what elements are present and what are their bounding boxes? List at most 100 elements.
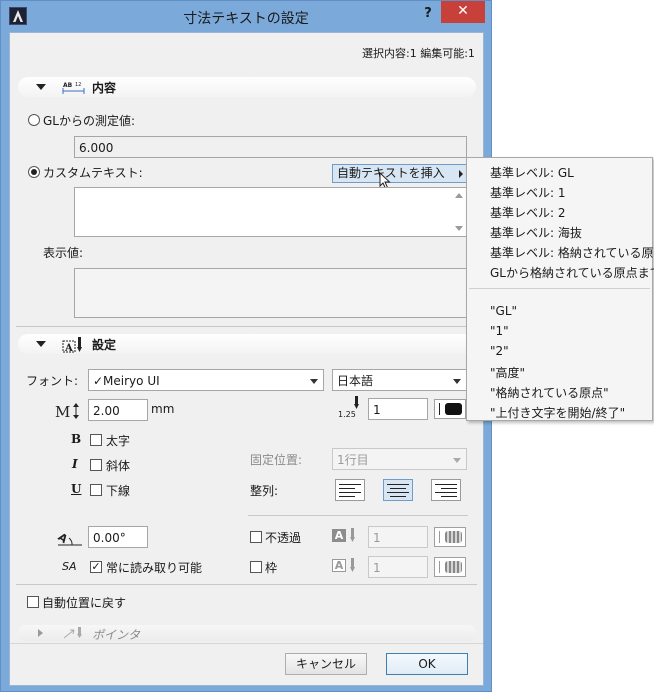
frame-label: 枠 bbox=[265, 561, 278, 575]
opaque-pen-swatch bbox=[434, 527, 466, 547]
selection-status: 選択内容:1 編集可能:1 bbox=[362, 47, 475, 60]
text-angle-icon: A bbox=[55, 526, 84, 548]
pen-swatch-tick bbox=[439, 403, 440, 415]
menu-item-level-2[interactable]: 基準レベル: 2 bbox=[490, 204, 566, 221]
menu-item-superscript-toggle[interactable]: "上付き文字を開始/終了" bbox=[490, 404, 625, 421]
font-select[interactable]: ✓Meiryo UI bbox=[88, 369, 324, 391]
align-left-button[interactable] bbox=[335, 479, 365, 501]
menu-item-quoted-1[interactable]: "1" bbox=[490, 324, 509, 338]
collapse-triangle-icon[interactable] bbox=[36, 84, 46, 90]
ok-button[interactable]: OK bbox=[386, 653, 468, 675]
underline-label: 下線 bbox=[106, 484, 131, 498]
svg-text:A: A bbox=[56, 530, 70, 546]
menu-separator bbox=[469, 288, 650, 289]
display-value-label: 表示値: bbox=[43, 246, 84, 260]
italic-icon: I bbox=[72, 457, 78, 471]
menu-item-quoted-gl[interactable]: "GL" bbox=[490, 304, 517, 318]
settings-panel-header[interactable]: A 設定 bbox=[18, 334, 476, 354]
auto-text-menu: 基準レベル: GL 基準レベル: 1 基準レベル: 2 基準レベル: 海抜 基準… bbox=[466, 157, 654, 421]
menu-item-gl-to-origin[interactable]: GLから格納されている原点まで bbox=[490, 264, 654, 281]
scroll-down-icon[interactable] bbox=[455, 226, 463, 231]
close-button[interactable]: ✕ bbox=[441, 1, 485, 23]
readable-text-icon: SA bbox=[62, 560, 77, 573]
dialog-body: 選択内容:1 編集可能:1 AB 12 内容 GLからの測定値: 6.000 カ… bbox=[9, 32, 484, 686]
always-readable-checkbox[interactable]: ✓ bbox=[90, 561, 102, 573]
pen-swatch-color bbox=[445, 531, 462, 543]
display-value-field bbox=[74, 268, 467, 318]
chevron-down-icon bbox=[453, 379, 461, 384]
custom-text-area[interactable] bbox=[74, 187, 467, 237]
text-angle-input[interactable]: 0.00° bbox=[88, 526, 148, 548]
align-right-button[interactable] bbox=[431, 479, 461, 501]
footer-divider bbox=[10, 643, 483, 644]
reset-position-label: 自動位置に戻す bbox=[42, 596, 127, 610]
content-panel-header[interactable]: AB 12 内容 bbox=[18, 77, 476, 97]
text-size-icon: M bbox=[54, 402, 84, 421]
menu-item-level-sea[interactable]: 基準レベル: 海抜 bbox=[490, 224, 582, 241]
frame-pen-icon: A bbox=[332, 558, 360, 574]
help-button[interactable]: ? bbox=[418, 5, 438, 25]
gl-measured-label: GLからの測定値: bbox=[43, 114, 136, 128]
menu-item-quoted-2[interactable]: "2" bbox=[490, 344, 509, 358]
font-label: フォント: bbox=[26, 374, 79, 388]
bold-icon: B bbox=[71, 432, 82, 446]
insert-auto-text-button[interactable]: 自動テキストを挿入 bbox=[332, 164, 468, 183]
anchor-select-value: 1行目 bbox=[337, 453, 369, 467]
frame-pen-input: 1 bbox=[368, 556, 428, 578]
pen-swatch-tick bbox=[439, 531, 440, 543]
underline-checkbox[interactable] bbox=[90, 484, 102, 496]
pen-color-swatch[interactable] bbox=[434, 399, 466, 419]
submenu-arrow-icon bbox=[459, 170, 463, 178]
align-label: 整列: bbox=[250, 484, 279, 498]
pen-swatch-tick bbox=[439, 561, 440, 573]
align-center-button[interactable] bbox=[383, 479, 413, 501]
menu-item-quoted-stored-origin[interactable]: "格納されている原点" bbox=[490, 384, 609, 401]
menu-item-level-1[interactable]: 基準レベル: 1 bbox=[490, 184, 566, 201]
font-select-value: ✓Meiryo UI bbox=[93, 374, 160, 388]
pen-size-label: 1.25 bbox=[338, 410, 356, 419]
always-readable-label: 常に読み取り可能 bbox=[106, 561, 203, 575]
svg-text:12: 12 bbox=[75, 82, 81, 88]
fill-pen-icon: A bbox=[332, 528, 360, 544]
scroll-up-icon[interactable] bbox=[455, 193, 463, 198]
settings-panel-title: 設定 bbox=[92, 338, 117, 352]
size-unit-label: mm bbox=[151, 402, 175, 416]
expand-triangle-icon[interactable] bbox=[38, 629, 43, 637]
script-select-value: 日本語 bbox=[337, 374, 374, 388]
frame-checkbox[interactable] bbox=[250, 561, 262, 573]
custom-text-label: カスタムテキスト: bbox=[43, 166, 143, 180]
chevron-down-icon bbox=[310, 379, 318, 384]
frame-pen-glyph: A bbox=[332, 559, 346, 572]
opaque-checkbox[interactable] bbox=[250, 531, 262, 543]
frame-pen-swatch bbox=[434, 557, 466, 577]
pen-number-input[interactable]: 1 bbox=[368, 398, 428, 420]
cancel-button[interactable]: キャンセル bbox=[285, 653, 367, 675]
svg-text:A: A bbox=[64, 343, 73, 354]
svg-text:AB: AB bbox=[63, 82, 73, 89]
bold-checkbox[interactable] bbox=[90, 434, 102, 446]
opaque-label: 不透過 bbox=[265, 531, 302, 545]
content-panel-title: 内容 bbox=[92, 81, 117, 95]
collapse-triangle-icon[interactable] bbox=[36, 341, 46, 347]
pointer-panel-header[interactable]: ポインタ bbox=[18, 625, 476, 642]
dimension-text-icon: AB 12 bbox=[62, 80, 86, 96]
reset-position-checkbox[interactable] bbox=[27, 596, 39, 608]
svg-text:M: M bbox=[55, 403, 70, 420]
pen-swatch-color bbox=[445, 561, 462, 573]
custom-text-radio[interactable] bbox=[28, 166, 40, 178]
menu-item-quoted-elevation[interactable]: "高度" bbox=[490, 364, 525, 381]
italic-checkbox[interactable] bbox=[90, 459, 102, 471]
gl-measured-radio[interactable] bbox=[28, 114, 40, 126]
script-select[interactable]: 日本語 bbox=[332, 369, 467, 391]
section-divider bbox=[248, 515, 468, 516]
menu-item-level-stored-origin[interactable]: 基準レベル: 格納されている原点 bbox=[490, 244, 654, 261]
panel-divider bbox=[16, 326, 477, 327]
title-bar[interactable]: 寸法テキストの設定 ? ✕ bbox=[1, 1, 491, 31]
fill-pen-glyph: A bbox=[332, 529, 346, 542]
chevron-down-icon bbox=[453, 458, 461, 463]
underline-icon: U bbox=[71, 482, 82, 496]
pointer-icon bbox=[62, 626, 86, 640]
menu-item-level-gl[interactable]: 基準レベル: GL bbox=[490, 164, 574, 181]
dialog-window: 寸法テキストの設定 ? ✕ 選択内容:1 編集可能:1 AB 12 内容 GLか… bbox=[0, 0, 492, 692]
text-size-input[interactable]: 2.00 bbox=[88, 399, 148, 421]
